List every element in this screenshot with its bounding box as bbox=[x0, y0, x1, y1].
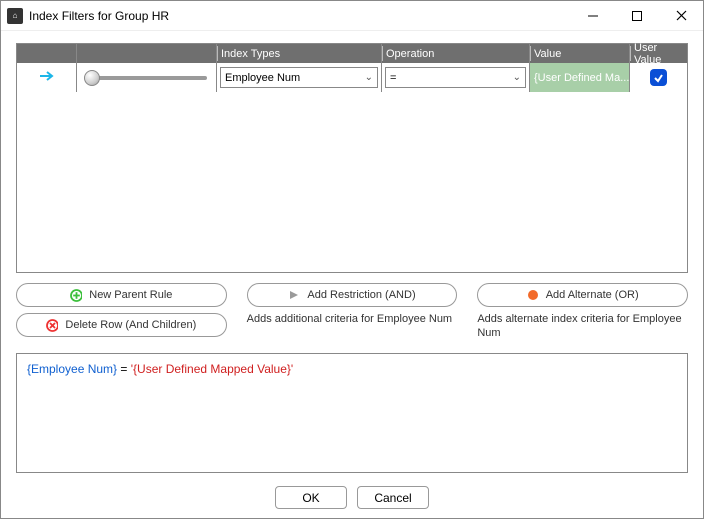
row-indicator bbox=[17, 63, 77, 92]
col-left: New Parent Rule Delete Row (And Children… bbox=[16, 283, 227, 341]
window-controls bbox=[571, 1, 703, 30]
col-depth bbox=[77, 44, 217, 63]
operation-value: = bbox=[390, 72, 396, 84]
col-value-label: Value bbox=[534, 48, 561, 60]
operation-select[interactable]: = ⌄ bbox=[385, 67, 526, 88]
user-value-checkbox[interactable] bbox=[650, 69, 667, 86]
arrow-right-icon bbox=[39, 70, 55, 85]
minimize-button[interactable] bbox=[571, 1, 615, 30]
col-operation: Operation bbox=[382, 44, 530, 63]
col-value: Value bbox=[530, 44, 630, 63]
dialog-footer: OK Cancel bbox=[0, 486, 704, 509]
add-restriction-label: Add Restriction (AND) bbox=[307, 289, 415, 301]
expr-field: {Employee Num} bbox=[27, 362, 117, 376]
play-icon bbox=[288, 289, 300, 301]
col-user-value-label: User Value bbox=[634, 42, 683, 66]
new-parent-rule-button[interactable]: New Parent Rule bbox=[16, 283, 227, 307]
expression-preview: {Employee Num} = '{User Defined Mapped V… bbox=[16, 353, 688, 473]
operation-cell: = ⌄ bbox=[382, 63, 530, 92]
chevron-down-icon: ⌄ bbox=[365, 72, 373, 83]
titlebar: ⌂ Index Filters for Group HR bbox=[1, 1, 703, 31]
index-type-value: Employee Num bbox=[225, 72, 300, 84]
actions-row: New Parent Rule Delete Row (And Children… bbox=[16, 283, 688, 341]
col-handle bbox=[17, 44, 77, 63]
restriction-hint: Adds additional criteria for Employee Nu… bbox=[247, 313, 458, 327]
grid-header: Index Types Operation Value User Value bbox=[17, 44, 687, 63]
alternate-hint: Adds alternate index criteria for Employ… bbox=[477, 313, 688, 341]
value-cell-wrap: {User Defined Ma... bbox=[530, 63, 630, 92]
maximize-button[interactable] bbox=[615, 1, 659, 30]
index-type-cell: Employee Num ⌄ bbox=[217, 63, 382, 92]
col-index-types-label: Index Types bbox=[221, 48, 280, 60]
ok-button[interactable]: OK bbox=[275, 486, 347, 509]
window-title: Index Filters for Group HR bbox=[29, 9, 169, 23]
expr-value: '{User Defined Mapped Value}' bbox=[131, 362, 293, 376]
slider-thumb[interactable] bbox=[84, 70, 100, 86]
grid-body: Employee Num ⌄ = ⌄ {User Defined Ma... bbox=[17, 63, 687, 272]
col-right: Add Alternate (OR) Adds alternate index … bbox=[477, 283, 688, 341]
col-middle: Add Restriction (AND) Adds additional cr… bbox=[247, 283, 458, 341]
close-button[interactable] bbox=[659, 1, 703, 30]
index-type-select[interactable]: Employee Num ⌄ bbox=[220, 67, 378, 88]
app-icon: ⌂ bbox=[7, 8, 23, 24]
add-alternate-label: Add Alternate (OR) bbox=[546, 289, 639, 301]
delete-row-button[interactable]: Delete Row (And Children) bbox=[16, 313, 227, 337]
add-restriction-button[interactable]: Add Restriction (AND) bbox=[247, 283, 458, 307]
plus-circle-icon bbox=[70, 289, 82, 301]
depth-slider[interactable] bbox=[77, 63, 217, 92]
value-cell[interactable]: {User Defined Ma... bbox=[530, 63, 629, 92]
chevron-down-icon: ⌄ bbox=[513, 72, 521, 83]
slider-track bbox=[86, 76, 207, 80]
orange-dot-icon bbox=[527, 289, 539, 301]
filter-row[interactable]: Employee Num ⌄ = ⌄ {User Defined Ma... bbox=[17, 63, 687, 92]
delete-circle-icon bbox=[46, 319, 58, 331]
col-operation-label: Operation bbox=[386, 48, 434, 60]
new-parent-label: New Parent Rule bbox=[89, 289, 172, 301]
add-alternate-button[interactable]: Add Alternate (OR) bbox=[477, 283, 688, 307]
filter-grid: Index Types Operation Value User Value bbox=[16, 43, 688, 273]
delete-row-label: Delete Row (And Children) bbox=[65, 319, 196, 331]
user-value-cell bbox=[630, 63, 687, 92]
expr-operator: = bbox=[117, 362, 131, 376]
col-index-types: Index Types bbox=[217, 44, 382, 63]
cancel-button[interactable]: Cancel bbox=[357, 486, 429, 509]
col-user-value: User Value bbox=[630, 44, 687, 63]
